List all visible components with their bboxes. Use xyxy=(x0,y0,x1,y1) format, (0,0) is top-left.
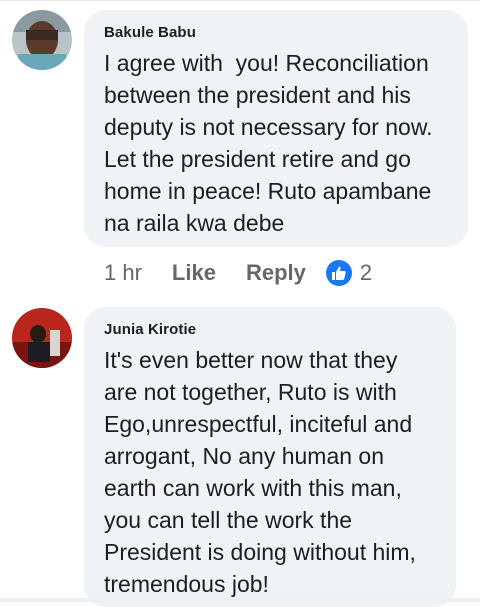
reaction-count: 2 xyxy=(359,260,373,285)
comment-text: It's even better now that they are not t… xyxy=(104,347,416,597)
reply-button[interactable]: Reply xyxy=(246,260,306,286)
like-button[interactable]: Like xyxy=(172,260,216,286)
top-divider xyxy=(0,0,480,1)
comment-author[interactable]: Junia Kirotie xyxy=(104,321,438,338)
comment-actions: 1 hr Like Reply 2 xyxy=(104,258,372,288)
comment-author[interactable]: Bakule Babu xyxy=(104,24,450,41)
reaction-summary[interactable]: 2 xyxy=(325,260,373,286)
like-thumb-icon xyxy=(325,260,352,286)
avatar[interactable] xyxy=(12,10,72,70)
bottom-divider xyxy=(0,598,480,602)
avatar[interactable] xyxy=(12,308,72,368)
comment-bubble: Junia Kirotie It's even better now that … xyxy=(84,307,456,607)
comment-bubble: Bakule Babu I agree with you! Reconcilia… xyxy=(84,10,468,247)
comment-text: I agree with you! Reconciliation between… xyxy=(104,50,433,236)
comment-timestamp[interactable]: 1 hr xyxy=(104,260,142,286)
